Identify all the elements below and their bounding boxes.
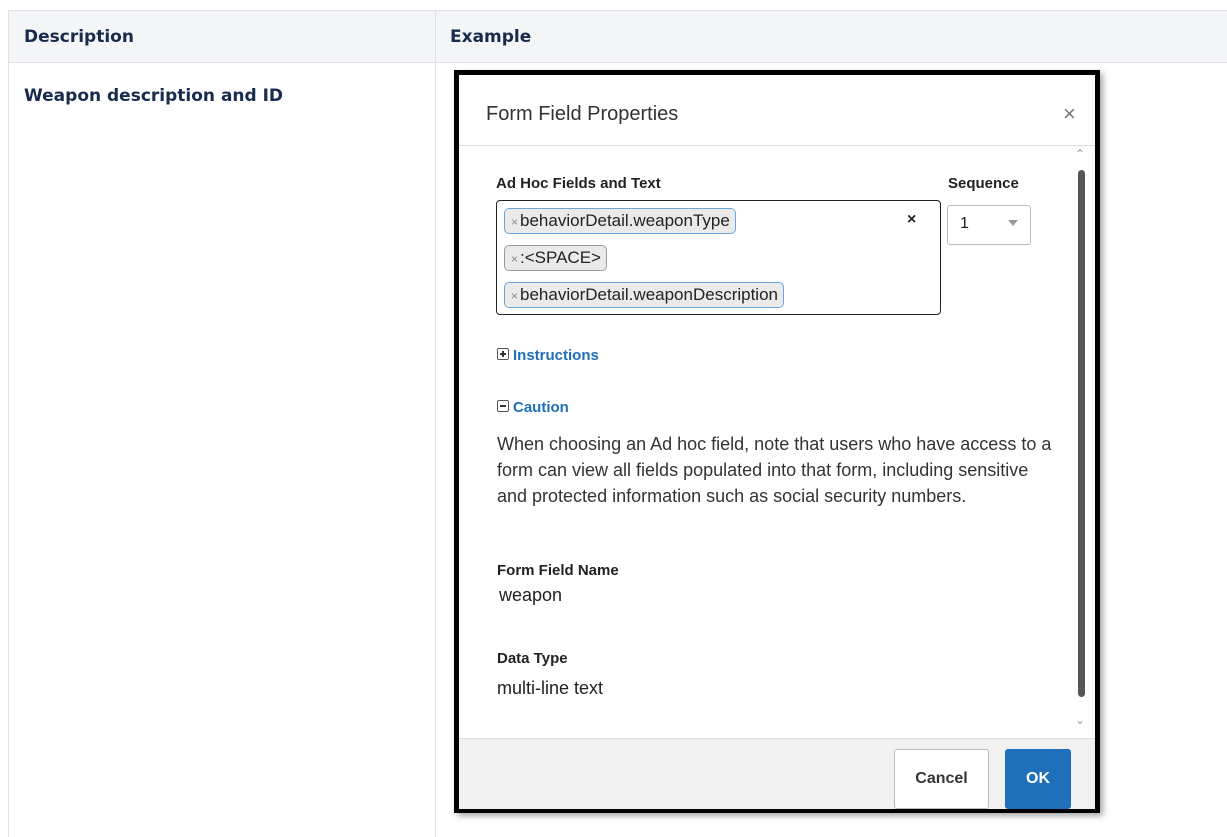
close-icon[interactable]: × [1063,103,1076,125]
tag-label: :<SPACE> [520,248,601,267]
column-divider [435,10,436,837]
ad-hoc-fields-input[interactable]: × behaviorDetail.weaponType ×:<SPACE> × be… [496,200,941,315]
header-divider [459,145,1095,146]
scroll-down-icon[interactable]: ⌄ [1075,713,1085,727]
sequence-value: 1 [960,215,969,232]
scroll-up-icon[interactable]: ⌃ [1075,147,1085,161]
ad-hoc-fields-label: Ad Hoc Fields and Text [496,175,661,192]
data-type-label: Data Type [497,650,568,667]
remove-tag-icon[interactable]: × [511,289,518,303]
form-field-name-label: Form Field Name [497,562,619,579]
caution-label: Caution [513,399,569,416]
cancel-button[interactable]: Cancel [894,749,989,809]
column-header-description: Description [24,27,134,47]
ok-button[interactable]: OK [1005,749,1071,809]
data-type-value: multi-line text [497,678,604,698]
tag-label: behaviorDetail.weaponType [520,211,730,230]
form-field-name-value: weapon [499,585,563,605]
scrollbar-thumb[interactable] [1078,170,1085,697]
dialog-footer: Cancel OK [459,738,1095,809]
remove-tag-icon[interactable]: × [511,215,518,229]
table-header-row: Description Example [9,10,1227,63]
instructions-toggle[interactable]: Instructions [497,347,599,364]
instructions-label: Instructions [513,347,599,364]
dialog-title: Form Field Properties [486,103,679,125]
table-cell-description: Weapon description and ID [24,86,284,106]
caution-text: When choosing an Ad hoc field, note that… [497,434,1052,506]
tag-chip[interactable]: ×:<SPACE> [504,245,607,271]
expand-plus-icon [497,348,509,360]
form-field-properties-dialog: Form Field Properties × Ad Hoc Fields an… [454,70,1100,813]
column-header-example: Example [450,27,532,47]
sequence-select[interactable]: 1 [947,205,1031,245]
caution-toggle[interactable]: Caution [497,399,569,416]
tag-chip[interactable]: × behaviorDetail.weaponType [504,208,736,234]
sequence-label: Sequence [948,175,1019,192]
remove-tag-icon[interactable]: × [511,252,518,266]
tag-label: behaviorDetail.weaponDescription [520,285,778,304]
chevron-down-icon [1008,220,1018,226]
tag-chip[interactable]: × behaviorDetail.weaponDescription [504,282,784,308]
collapse-minus-icon [497,400,509,412]
clear-all-icon[interactable]: × [907,211,916,229]
